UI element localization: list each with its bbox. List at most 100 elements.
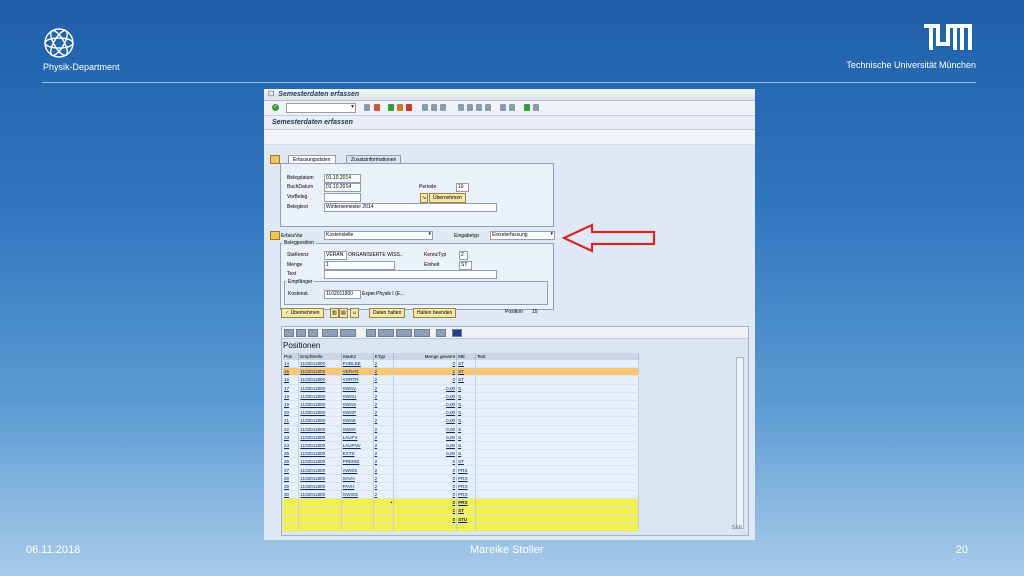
cell-statkz[interactable]: SWSE — [341, 416, 374, 426]
table-row[interactable]: 28 1102011800 SAVH 2 0 PRS — [283, 474, 639, 483]
eingabetyp-dropdown[interactable]: Einzelerfassung — [490, 231, 555, 240]
export-icon[interactable] — [396, 329, 412, 337]
cell-ktyp[interactable]: 2 — [373, 433, 395, 442]
cell-statkz[interactable]: SAVH — [341, 474, 374, 483]
cell-me[interactable]: S — [456, 392, 476, 401]
einheit-field[interactable]: ST — [459, 261, 472, 270]
cell-statkz[interactable]: LAUFV — [341, 433, 374, 442]
cell-statkz[interactable]: SWSK — [341, 425, 374, 434]
cell-statkz[interactable]: SWSV — [341, 384, 374, 393]
person-icon[interactable]: ☺ — [350, 308, 360, 318]
cell-menge[interactable]: 0,00 — [393, 416, 458, 426]
cell-statkz[interactable]: SWSP — [341, 408, 374, 418]
table-row[interactable]: 16 1102011800 VORTR 2 0 ST — [283, 375, 639, 385]
cell-text[interactable] — [475, 441, 639, 451]
cell-text[interactable] — [475, 408, 639, 418]
cell-empf[interactable]: 1102011800 — [298, 449, 342, 459]
table-row[interactable]: 14 1102011800 PUBLBE 2 0 ST — [283, 360, 639, 369]
cell-ktyp[interactable]: 2 — [373, 367, 395, 377]
cell-ktyp[interactable]: 2 — [373, 465, 395, 475]
cell-statkz[interactable]: VERAN — [341, 367, 374, 377]
table-row[interactable]: 18 1102011800 SWSU 2 0,00 S — [283, 392, 639, 401]
cell-empf[interactable]: 1102011800 — [298, 441, 342, 451]
item-panel-toggle-icon[interactable] — [270, 231, 280, 240]
col-empfstelle[interactable]: EmpfStelle — [298, 353, 342, 360]
views-icon[interactable] — [378, 329, 394, 337]
delete-icon[interactable]: ▥ — [330, 308, 339, 318]
cell-me[interactable]: S — [456, 384, 476, 393]
back-icon[interactable] — [364, 104, 370, 111]
cell-empf[interactable]: 1102011800 — [298, 425, 342, 434]
cell-ktyp[interactable]: 2 — [373, 408, 395, 418]
enter-check-icon[interactable]: ✓ — [272, 104, 279, 111]
cell-pos[interactable]: 15 — [283, 367, 300, 377]
cell-text[interactable] — [475, 425, 639, 434]
cell-me[interactable]: ST — [456, 375, 476, 385]
cell-text[interactable] — [475, 490, 639, 500]
col-menge[interactable]: Menge gesamt — [393, 353, 458, 360]
cell-text[interactable] — [475, 465, 639, 475]
table-row[interactable]: 25 1102011800 EXTS 2 0,00 S — [283, 449, 639, 459]
cell-menge[interactable]: 0,00 — [393, 449, 458, 459]
cell-pos[interactable]: 17 — [283, 384, 300, 393]
cell-pos[interactable]: 19 — [283, 400, 300, 410]
cell-menge[interactable]: 0 — [393, 465, 458, 475]
cell-statkz[interactable]: PAVH — [341, 482, 374, 492]
table-row[interactable]: 19 1102011800 SWSS 2 0,00 S — [283, 400, 639, 410]
cell-menge[interactable]: 1 — [393, 367, 458, 377]
cell-empf[interactable]: 1102011800 — [298, 360, 342, 369]
cell-statkz[interactable]: EXTS — [341, 449, 374, 459]
cell-pos[interactable]: 18 — [283, 392, 300, 401]
cell-empf[interactable]: 1102011800 — [298, 367, 342, 377]
cell-statkz[interactable]: SWSS — [341, 400, 374, 410]
cell-text[interactable] — [475, 433, 639, 442]
cell-me[interactable]: PRS — [456, 482, 476, 492]
cell-pos[interactable]: 25 — [283, 449, 300, 459]
cell-text[interactable] — [475, 375, 639, 385]
cell-pos[interactable]: 30 — [283, 490, 300, 500]
kostenst-field[interactable]: 1102011800 — [324, 290, 361, 299]
cell-me[interactable]: S — [456, 441, 476, 451]
menu-icon[interactable]: ☐ — [268, 91, 274, 98]
find-icon[interactable] — [431, 104, 437, 111]
cancel-icon[interactable] — [406, 104, 412, 111]
cell-ktyp[interactable]: 2 — [373, 482, 395, 492]
cell-statkz[interactable]: PUBLBE — [341, 360, 374, 369]
cell-menge[interactable]: 0,00 — [393, 441, 458, 451]
col-ktyp[interactable]: KTyp — [373, 353, 395, 360]
cell-menge[interactable]: 0,00 — [393, 384, 458, 393]
col-me[interactable]: ME — [456, 353, 476, 360]
col-pos[interactable]: Pos — [283, 353, 300, 360]
cell-me[interactable]: PRS — [456, 474, 476, 483]
table-row[interactable]: 24 1102011800 LAUFNV 2 0,00 S — [283, 441, 639, 451]
menge-field[interactable]: 1 — [324, 261, 395, 270]
cell-ktyp[interactable]: 2 — [373, 360, 395, 369]
vertical-scrollbar[interactable] — [736, 357, 744, 529]
uebernehmen-header-button[interactable]: Übernehmen — [429, 193, 466, 203]
exit-icon[interactable] — [397, 104, 403, 111]
table-row[interactable]: 30 1102011800 GWISS 2 0 PRS — [283, 490, 639, 500]
cell-empf[interactable]: 1102011800 — [298, 465, 342, 475]
cell-pos[interactable]: 27 — [283, 465, 300, 475]
table-row[interactable]: 17 1102011800 SWSV 2 0,00 S — [283, 384, 639, 393]
vorbeleg-copy-icon[interactable]: ⇘ — [420, 193, 429, 203]
stakennz-field[interactable]: VERAN — [324, 251, 347, 260]
previous-page-icon[interactable] — [467, 104, 473, 111]
cell-text[interactable] — [475, 416, 639, 426]
cell-pos[interactable]: 16 — [283, 375, 300, 385]
cell-pos[interactable]: 29 — [283, 482, 300, 492]
cell-text[interactable] — [475, 392, 639, 401]
cell-ktyp[interactable]: 2 — [373, 416, 395, 426]
first-page-icon[interactable] — [458, 104, 464, 111]
col-statkz[interactable]: StatKz — [341, 353, 374, 360]
belegdatum-field[interactable]: 01.10.2014 — [324, 174, 361, 183]
command-field[interactable] — [286, 103, 356, 113]
cell-menge[interactable]: 0 — [393, 360, 458, 369]
cell-me[interactable]: S — [456, 416, 476, 426]
cell-text[interactable] — [475, 360, 639, 369]
print-list-icon[interactable] — [366, 329, 376, 337]
cell-empf[interactable]: 1102011800 — [298, 416, 342, 426]
cell-me[interactable]: ST — [456, 367, 476, 377]
col-text[interactable]: Text — [475, 353, 639, 360]
cell-me[interactable]: ST — [456, 360, 476, 369]
